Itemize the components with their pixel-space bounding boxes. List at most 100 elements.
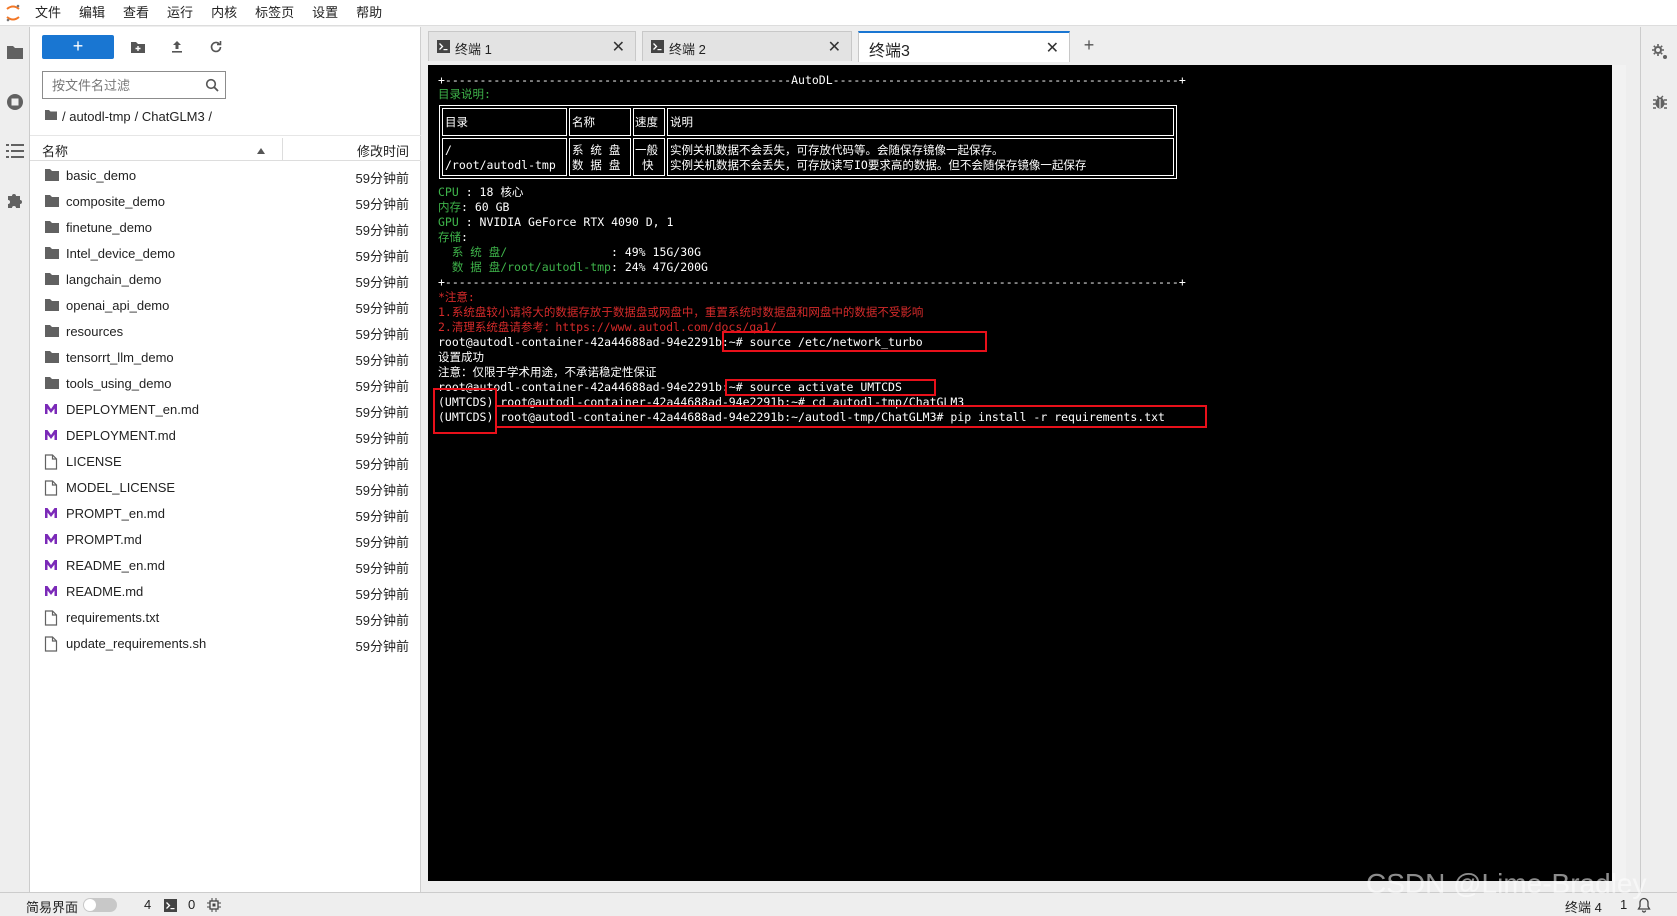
- file-name: resources: [66, 324, 124, 339]
- new-folder-icon[interactable]: [128, 37, 148, 57]
- terminal-output[interactable]: +---------------------------------------…: [428, 65, 1626, 881]
- terminal-icon: [437, 40, 450, 56]
- file-row[interactable]: finetune_demo 59分钟前: [30, 215, 421, 241]
- close-icon[interactable]: ✕: [1046, 38, 1059, 58]
- breadcrumb-folder-icon[interactable]: [44, 109, 58, 124]
- close-icon[interactable]: ✕: [828, 37, 841, 57]
- file-row[interactable]: Intel_device_demo 59分钟前: [30, 241, 421, 267]
- menu-kernel[interactable]: 内核: [202, 0, 246, 26]
- file-name: finetune_demo: [66, 220, 153, 235]
- folder-icon: [44, 350, 60, 366]
- running-kernels-icon[interactable]: [4, 91, 26, 113]
- breadcrumb-autodl-tmp[interactable]: / autodl-tmp: [62, 109, 131, 124]
- menu-settings[interactable]: 设置: [303, 0, 347, 26]
- file-modified: 59分钟前: [355, 353, 409, 368]
- terminal-dir-title: 目录说明:: [438, 87, 491, 101]
- file-row[interactable]: openai_api_demo 59分钟前: [30, 293, 421, 319]
- menu-tabs[interactable]: 标签页: [246, 0, 303, 26]
- property-inspector-gear-icon[interactable]: [1649, 41, 1671, 63]
- file-name: tools_using_demo: [66, 376, 172, 391]
- file-modified: 59分钟前: [355, 613, 409, 628]
- file-modified: 59分钟前: [355, 587, 409, 602]
- terminal-count[interactable]: 0: [188, 897, 195, 912]
- file-row[interactable]: DEPLOYMENT_en.md 59分钟前: [30, 397, 421, 423]
- file-row[interactable]: MODEL_LICENSE 59分钟前: [30, 475, 421, 501]
- tab-terminal-2[interactable]: 终端 2 ✕: [642, 31, 852, 61]
- cpu-chip-icon[interactable]: [207, 898, 221, 915]
- add-tab-button[interactable]: +: [1075, 33, 1103, 59]
- file-row[interactable]: resources 59分钟前: [30, 319, 421, 345]
- file-icon: [44, 480, 60, 496]
- menu-file[interactable]: 文件: [26, 0, 70, 26]
- file-row[interactable]: langchain_demo 59分钟前: [30, 267, 421, 293]
- cpu-label: CPU: [438, 185, 459, 199]
- left-activity-bar: [0, 27, 30, 892]
- new-launcher-button[interactable]: +: [42, 35, 114, 59]
- highlight-box-env-name: [433, 388, 497, 434]
- file-row[interactable]: update_requirements.sh 59分钟前: [30, 631, 421, 657]
- file-row[interactable]: DEPLOYMENT.md 59分钟前: [30, 423, 421, 449]
- table-name-1: 系 统 盘: [572, 143, 621, 157]
- debugger-bug-icon[interactable]: [1649, 91, 1671, 113]
- menu-view[interactable]: 查看: [114, 0, 158, 26]
- table-name-2: 数 据 盘: [572, 158, 621, 172]
- file-row[interactable]: composite_demo 59分钟前: [30, 189, 421, 215]
- file-name: composite_demo: [66, 194, 165, 209]
- sort-ascending-icon[interactable]: [256, 143, 266, 158]
- file-row[interactable]: README_en.md 59分钟前: [30, 553, 421, 579]
- file-name: requirements.txt: [66, 610, 160, 625]
- data-disk-label: 数 据 盘/root/autodl-tmp: [438, 260, 611, 274]
- file-name: PROMPT.md: [66, 532, 142, 547]
- file-filter-input[interactable]: [43, 72, 193, 98]
- close-icon[interactable]: ✕: [612, 37, 625, 57]
- markdown-icon: [44, 428, 60, 444]
- file-filter-field[interactable]: [42, 71, 226, 99]
- right-sidebar: [1640, 27, 1677, 892]
- sys-disk-label: 系 统 盘/: [438, 245, 611, 259]
- file-row[interactable]: basic_demo 59分钟前: [30, 163, 421, 189]
- refresh-icon[interactable]: [206, 37, 226, 57]
- file-icon: [44, 454, 60, 470]
- file-row[interactable]: README.md 59分钟前: [30, 579, 421, 605]
- folder-icon[interactable]: [4, 41, 26, 63]
- markdown-icon: [44, 584, 60, 600]
- file-name: DEPLOYMENT_en.md: [66, 402, 199, 417]
- extensions-puzzle-icon[interactable]: [4, 189, 26, 211]
- file-row[interactable]: requirements.txt 59分钟前: [30, 605, 421, 631]
- folder-icon: [44, 298, 60, 314]
- table-of-contents-icon[interactable]: [4, 140, 26, 162]
- file-name: LICENSE: [66, 454, 122, 469]
- tab-label: 终端 2: [669, 42, 706, 57]
- upload-icon[interactable]: [167, 37, 187, 57]
- column-name-header[interactable]: 名称: [42, 141, 68, 160]
- tab-terminal-3[interactable]: 终端3 ✕: [858, 31, 1070, 62]
- kernel-count[interactable]: 4: [144, 897, 151, 912]
- file-row[interactable]: PROMPT_en.md 59分钟前: [30, 501, 421, 527]
- file-row[interactable]: tensorrt_llm_demo 59分钟前: [30, 345, 421, 371]
- breadcrumb-chatglm3[interactable]: / ChatGLM3 /: [135, 109, 212, 124]
- highlight-box-network-turbo: [722, 331, 987, 352]
- file-row[interactable]: tools_using_demo 59分钟前: [30, 371, 421, 397]
- highlight-box-activate: [725, 379, 936, 396]
- csdn-watermark: CSDN @Lime-Bradley: [1366, 868, 1647, 899]
- file-list-header: 名称 修改时间: [30, 135, 421, 161]
- terminal-storage-line: 存储:: [438, 230, 468, 245]
- gpu-label: GPU: [438, 215, 459, 229]
- file-name: MODEL_LICENSE: [66, 480, 176, 495]
- file-modified: 59分钟前: [355, 405, 409, 420]
- menu-help[interactable]: 帮助: [347, 0, 391, 26]
- file-row[interactable]: PROMPT.md 59分钟前: [30, 527, 421, 553]
- menu-edit[interactable]: 编辑: [70, 0, 114, 26]
- terminal-out-notice: 注意：仅限于学术用途，不承诺稳定性保证: [438, 365, 657, 379]
- file-row[interactable]: LICENSE 59分钟前: [30, 449, 421, 475]
- table-cell: [667, 108, 1174, 136]
- tab-terminal-1[interactable]: 终端 1 ✕: [428, 31, 636, 61]
- column-divider[interactable]: [282, 138, 283, 160]
- simple-mode-toggle[interactable]: [83, 898, 117, 912]
- terminal-notice-1: 1.系统盘较小请将大的数据存放于数据盘或网盘中，重置系统时数据盘和网盘中的数据不…: [438, 305, 924, 319]
- file-name: Intel_device_demo: [66, 246, 176, 261]
- menu-run[interactable]: 运行: [158, 0, 202, 26]
- storage-colon: :: [461, 230, 468, 244]
- terminal-scrollbar[interactable]: [1612, 65, 1626, 881]
- column-modified-header[interactable]: 修改时间: [357, 141, 409, 160]
